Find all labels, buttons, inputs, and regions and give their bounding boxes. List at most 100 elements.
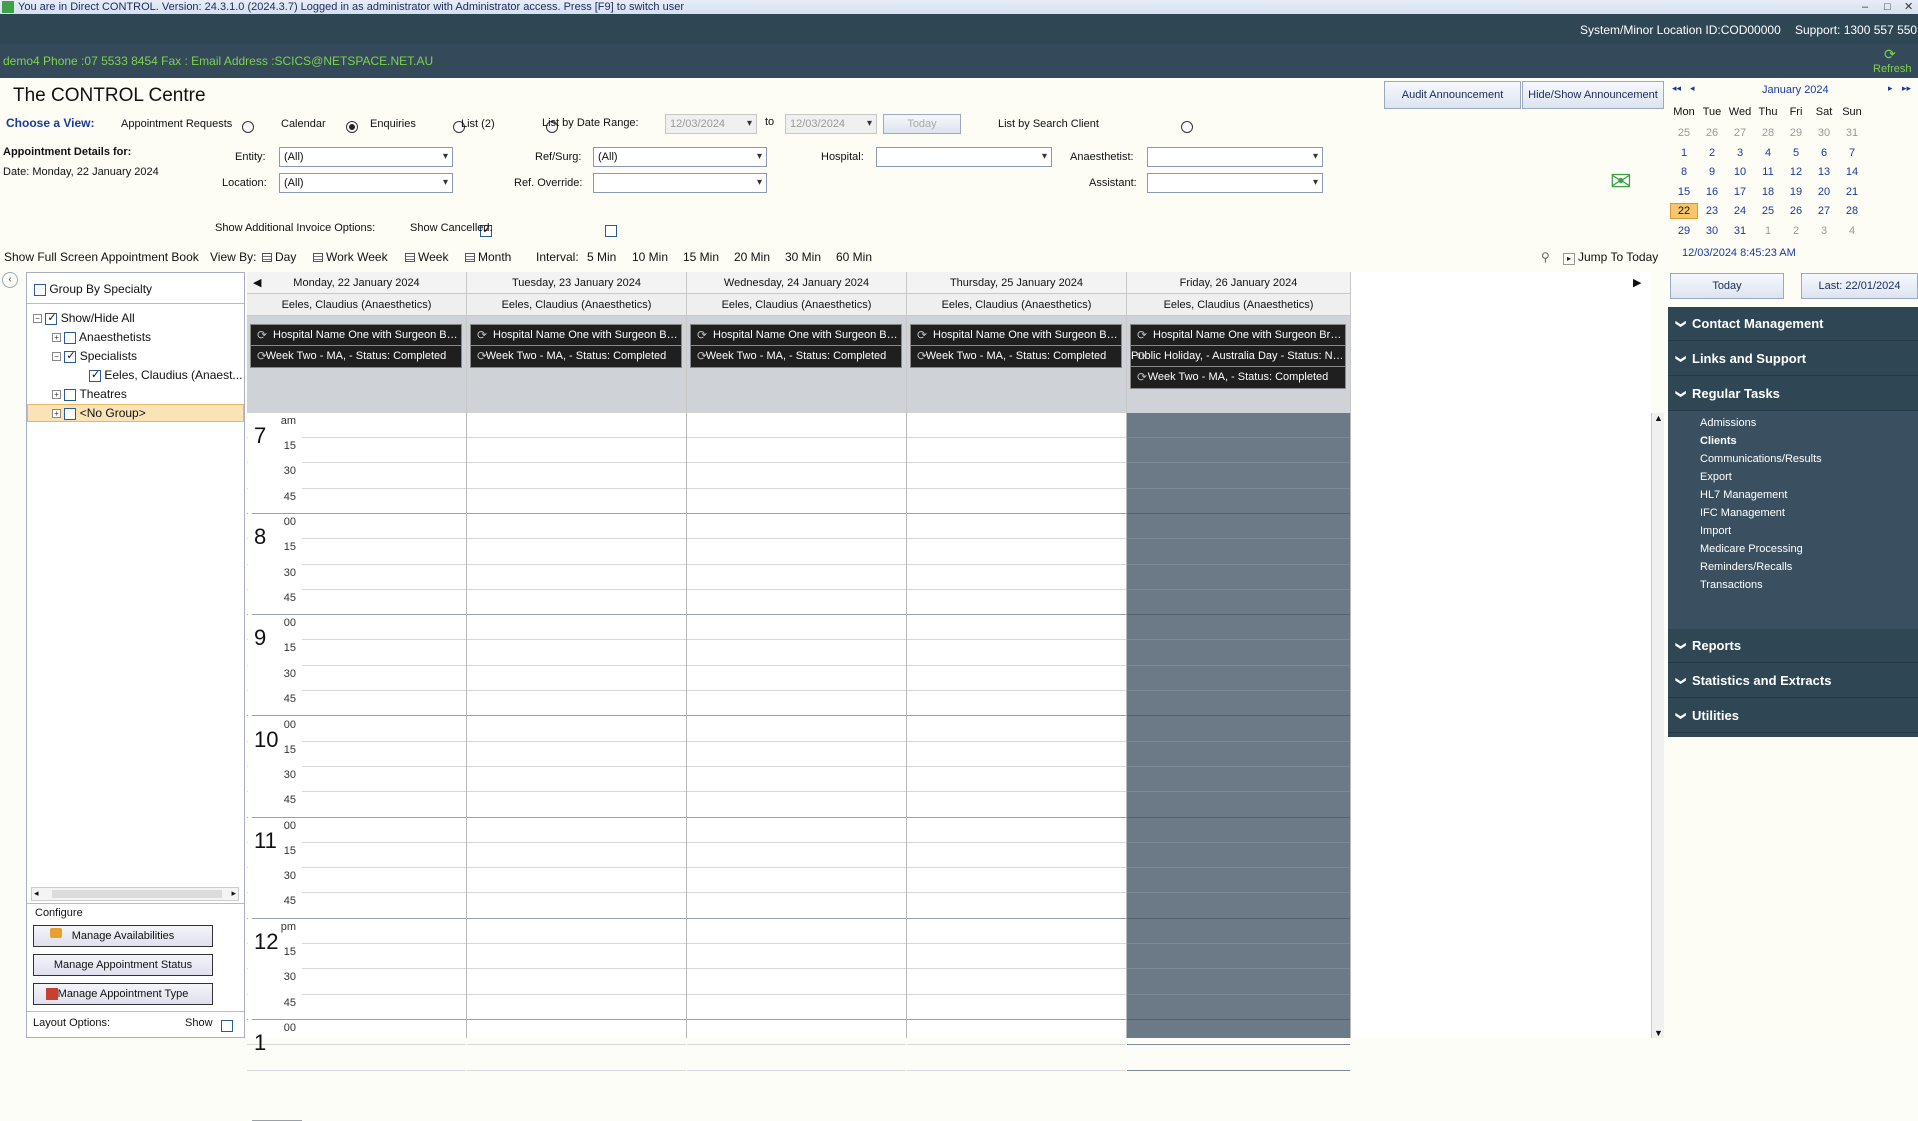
time-slot[interactable]: [687, 540, 906, 565]
accordion-contact-management[interactable]: Contact Management: [1668, 307, 1918, 341]
time-slot[interactable]: [907, 843, 1126, 869]
next-year-icon[interactable]: ▸▸: [1902, 83, 1911, 94]
minical-day[interactable]: 31: [1838, 127, 1866, 139]
minical-day[interactable]: 22: [1670, 203, 1698, 219]
manage-status-button[interactable]: Manage Appointment Status: [33, 954, 213, 976]
time-slot[interactable]: [1127, 793, 1350, 818]
minical-day[interactable]: 2: [1782, 225, 1810, 237]
time-slot[interactable]: [687, 843, 906, 869]
minical-day[interactable]: 25: [1670, 127, 1698, 139]
prev-month-icon[interactable]: ◂: [1690, 83, 1695, 94]
regular-task-item[interactable]: Clients: [1700, 435, 1737, 447]
day-header[interactable]: Monday, 22 January 2024: [247, 272, 467, 294]
day-header[interactable]: Tuesday, 23 January 2024: [467, 272, 687, 294]
time-slot[interactable]: [1127, 970, 1350, 995]
minical-day[interactable]: 12: [1782, 166, 1810, 178]
accordion-reports[interactable]: Reports: [1668, 629, 1918, 663]
regular-task-item[interactable]: HL7 Management: [1700, 489, 1787, 501]
time-slot[interactable]: [467, 894, 686, 919]
time-slot[interactable]: [687, 868, 906, 894]
minical-day[interactable]: 1: [1670, 147, 1698, 159]
time-slot[interactable]: [687, 767, 906, 793]
regular-task-item[interactable]: Admissions: [1700, 417, 1756, 429]
manage-type-button[interactable]: Manage Appointment Type: [33, 983, 213, 1005]
time-slot[interactable]: [687, 1020, 906, 1046]
time-slot[interactable]: [1127, 995, 1350, 1020]
minical-day[interactable]: 2: [1698, 147, 1726, 159]
minical-day[interactable]: 15: [1670, 186, 1698, 198]
time-slot[interactable]: [467, 565, 686, 590]
day-header[interactable]: Wednesday, 24 January 2024: [687, 272, 907, 294]
time-slot[interactable]: [907, 413, 1126, 438]
interval-20-button[interactable]: 20 Min: [734, 250, 770, 264]
jump-to-today-button[interactable]: ▸ Jump To Today: [1563, 250, 1658, 265]
all-day-event[interactable]: Week Two - MA, - Status: Completed: [470, 345, 682, 368]
close-button[interactable]: ✕: [1904, 0, 1913, 14]
all-day-event[interactable]: Public Holiday, - Australia Day - Status…: [1130, 345, 1346, 368]
view-calendar-radio[interactable]: [346, 120, 359, 133]
time-slot[interactable]: [467, 615, 686, 641]
time-slot[interactable]: [907, 818, 1126, 843]
collapse-panel-icon[interactable]: ‹: [2, 272, 18, 288]
time-slot[interactable]: [467, 767, 686, 793]
time-slot[interactable]: [1127, 1046, 1350, 1071]
minical-day[interactable]: 1: [1754, 225, 1782, 237]
time-slot[interactable]: [1127, 514, 1350, 540]
time-slot[interactable]: [467, 995, 686, 1020]
time-slot[interactable]: [687, 514, 906, 540]
minical-today-button[interactable]: Today: [1670, 273, 1784, 299]
time-slot[interactable]: [907, 464, 1126, 489]
minical-day[interactable]: 20: [1810, 186, 1838, 198]
hide-show-announcement-button[interactable]: Hide/Show Announcement: [1522, 81, 1664, 109]
time-slot[interactable]: [687, 413, 906, 438]
time-slot[interactable]: [907, 717, 1126, 742]
interval-30-button[interactable]: 30 Min: [785, 250, 821, 264]
time-slot[interactable]: [1127, 438, 1350, 464]
interval-15-button[interactable]: 15 Min: [683, 250, 719, 264]
minical-day[interactable]: 5: [1782, 147, 1810, 159]
time-slot[interactable]: [467, 489, 686, 514]
ref-override-select[interactable]: ▾: [593, 173, 767, 193]
minical-day[interactable]: 27: [1726, 127, 1754, 139]
time-slot[interactable]: [1127, 868, 1350, 894]
time-slot[interactable]: [467, 641, 686, 666]
next-month-icon[interactable]: ▸: [1888, 83, 1893, 94]
accordion-statistics[interactable]: Statistics and Extracts: [1668, 664, 1918, 698]
time-slot[interactable]: [1127, 540, 1350, 565]
time-slot[interactable]: [467, 514, 686, 540]
time-slot[interactable]: [687, 894, 906, 919]
time-slot[interactable]: [467, 438, 686, 464]
minical-day[interactable]: 28: [1838, 205, 1866, 217]
refresh-button[interactable]: Refresh: [1873, 63, 1912, 75]
minical-day[interactable]: 6: [1810, 147, 1838, 159]
minimize-button[interactable]: –: [1862, 0, 1868, 14]
time-slot[interactable]: [1127, 641, 1350, 666]
view-week-button[interactable]: Week: [405, 250, 448, 264]
time-slot[interactable]: [907, 868, 1126, 894]
minical-day[interactable]: 11: [1754, 166, 1782, 178]
time-slot[interactable]: [467, 1020, 686, 1046]
tree-specialists[interactable]: − Specialists: [52, 349, 137, 363]
day-header[interactable]: Thursday, 25 January 2024: [907, 272, 1127, 294]
prev-year-icon[interactable]: ◂◂: [1672, 83, 1681, 94]
time-slot[interactable]: [687, 438, 906, 464]
minical-day[interactable]: 29: [1782, 127, 1810, 139]
next-week-icon[interactable]: ▶: [1633, 276, 1641, 289]
tree-hscrollbar[interactable]: ◂ ▸: [31, 887, 239, 901]
time-slot[interactable]: [1127, 565, 1350, 590]
minical-day[interactable]: 29: [1670, 225, 1698, 237]
day-column[interactable]: [1127, 413, 1351, 1071]
regular-task-item[interactable]: IFC Management: [1700, 507, 1785, 519]
minical-day[interactable]: 24: [1726, 205, 1754, 217]
time-slot[interactable]: [467, 413, 686, 438]
time-slot[interactable]: [907, 489, 1126, 514]
time-slot[interactable]: [1127, 717, 1350, 742]
minical-day[interactable]: 7: [1838, 147, 1866, 159]
minical-day[interactable]: 14: [1838, 166, 1866, 178]
time-slot[interactable]: [1127, 489, 1350, 514]
tree-eeles[interactable]: Eeles, Claudius (Anaest...: [89, 368, 242, 382]
time-slot[interactable]: [907, 1020, 1126, 1046]
time-slot[interactable]: [1127, 615, 1350, 641]
time-slot[interactable]: [687, 717, 906, 742]
time-slot[interactable]: [907, 691, 1126, 717]
